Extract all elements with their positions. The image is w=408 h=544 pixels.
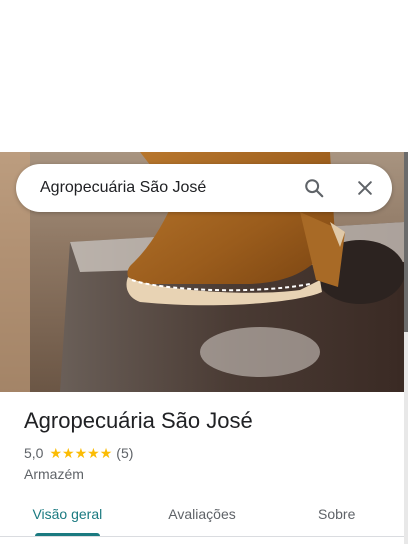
tab-reviews-label: Avaliações (168, 506, 236, 522)
star-icon: ★ (49, 445, 63, 461)
tab-overview[interactable]: Visão geral (0, 496, 135, 536)
search-bar[interactable]: Agropecuária São José (16, 164, 392, 212)
rating-stars: ★ ★ ★ ★ ★ (49, 444, 112, 462)
rating-value: 5,0 (24, 445, 44, 461)
place-category[interactable]: Armazém (24, 466, 84, 482)
scrollbar-thumb[interactable] (404, 152, 408, 332)
star-icon: ★ (74, 445, 88, 461)
scrollbar[interactable] (404, 152, 408, 544)
rating-row[interactable]: 5,0 ★ ★ ★ ★ ★ (5) (24, 444, 133, 462)
search-button[interactable] (298, 172, 330, 204)
star-icon: ★ (99, 445, 113, 461)
search-icon (305, 179, 324, 198)
close-button[interactable] (349, 172, 381, 204)
place-title: Agropecuária São José (24, 408, 253, 433)
tabs-divider (0, 536, 404, 537)
tab-overview-label: Visão geral (32, 506, 103, 522)
star-icon: ★ (87, 445, 100, 461)
tab-about[interactable]: Sobre (269, 496, 404, 534)
tab-reviews[interactable]: Avaliações (135, 496, 270, 534)
star-icon: ★ (62, 445, 75, 461)
place-tabs: Visão geral Avaliações Sobre (0, 496, 404, 536)
review-count[interactable]: (5) (116, 445, 133, 461)
close-icon (358, 181, 372, 195)
search-input[interactable]: Agropecuária São José (40, 164, 206, 212)
tab-about-label: Sobre (318, 506, 356, 522)
